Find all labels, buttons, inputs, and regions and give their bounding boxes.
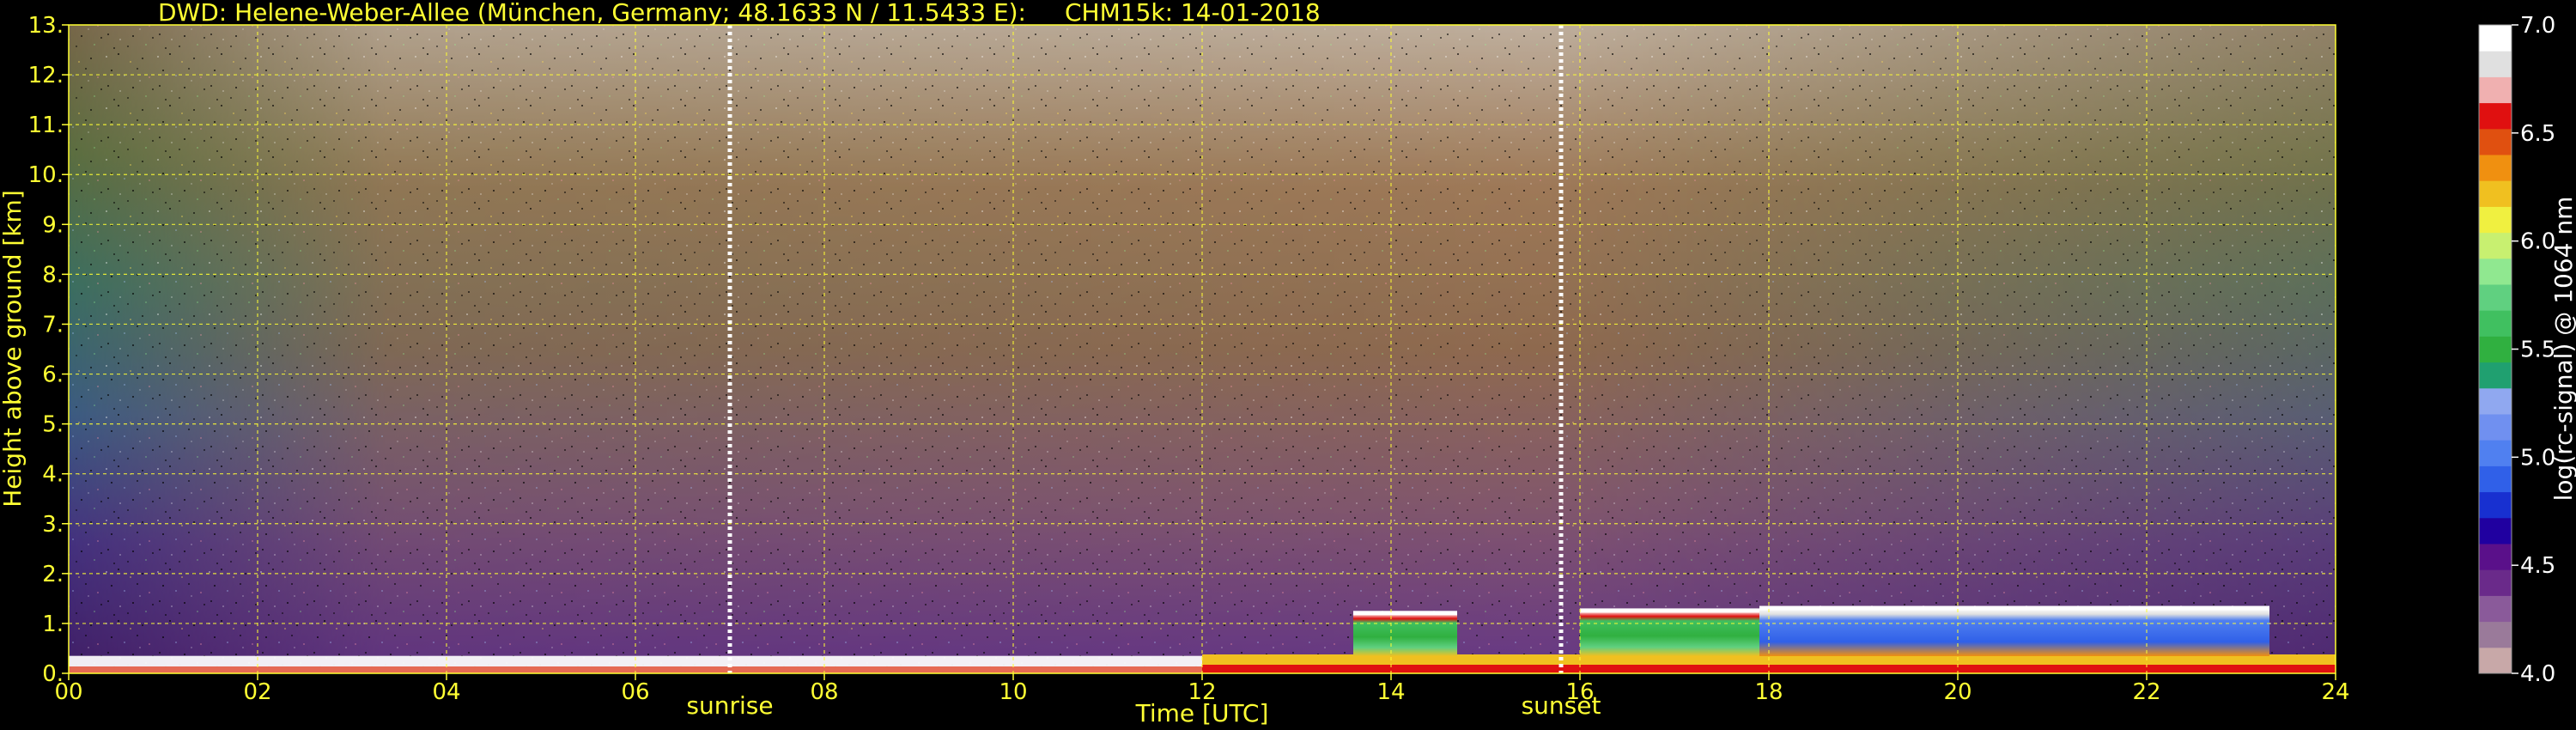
x-tick-label: 04 [432,679,460,705]
x-tick-label: 00 [54,679,82,705]
y-axis-label: Height above ground [km] [0,190,27,508]
colorbar-swatch [2479,595,2512,623]
colorbar-tick-label: 6.5 [2520,121,2555,147]
y-tick-label: 8. [42,262,64,288]
colorbar-swatch [2479,414,2512,441]
colorbar-swatch [2479,544,2512,570]
colorbar-swatch [2479,155,2512,181]
colorbar-swatches [2479,25,2512,674]
colorbar-swatch [2479,232,2512,259]
y-tick-label: 5. [42,412,64,438]
colorbar-swatch [2479,465,2512,493]
x-tick-label: 18 [1754,679,1783,705]
colorbar-swatch [2479,336,2512,363]
cloud-top [1759,605,2269,611]
y-tick-label: 7. [42,312,64,338]
chart-title-left: DWD: Helene-Weber-Allee (München, German… [158,0,1026,27]
colorbar-swatch [2479,51,2512,77]
x-tick-label: 02 [243,679,271,705]
sun-annotation: sunrise [686,691,773,720]
sun-annotation: sunset [1522,691,1601,720]
y-tick-label: 4. [42,462,64,488]
y-tick-label: 6. [42,362,64,388]
ceilometer-chart: DWD: Helene-Weber-Allee (München, German… [0,0,2576,727]
y-tick-label: 2. [42,562,64,587]
colorbar-swatch [2479,310,2512,337]
y-tick-label: 11. [28,113,64,138]
y-tick-label: 9. [42,212,64,238]
y-tick-label: 13. [28,13,64,39]
chart-title-right: CHM15k: 14-01-2018 [1065,0,1321,27]
x-tick-label: 06 [621,679,649,705]
colorbar-swatch [2479,440,2512,466]
colorbar-swatch [2479,180,2512,207]
colorbar-swatch [2479,284,2512,311]
plot-area [68,24,2336,674]
colorbar-tick-label: 4.5 [2520,553,2555,579]
y-tick-label: 12. [28,63,64,88]
x-tick-label: 08 [810,679,838,705]
colorbar-tick-label: 4.0 [2520,661,2555,687]
colorbar-swatch [2479,362,2512,389]
colorbar-swatch [2479,387,2512,415]
cloud-segment [1580,611,1759,656]
colorbar-swatch [2479,491,2512,519]
x-axis-label: Time [UTC] [1135,699,1269,727]
cloud-top [1353,611,1457,616]
colorbar-swatch [2479,128,2512,155]
y-tick-label: 3. [42,512,64,538]
colorbar-swatch [2479,102,2512,130]
colorbar-tick-label: 7.0 [2520,13,2555,39]
colorbar: 4.04.55.05.56.06.57.0 log(rc-signal) @ 1… [2478,13,2576,687]
colorbar-swatch [2479,76,2512,104]
colorbar-swatch [2479,258,2512,285]
cloud-top [1580,608,1759,613]
y-axis-ticks: 0.1.2.3.4.5.6.7.8.9.10.11.12.13. [28,13,69,687]
colorbar-swatch [2479,569,2512,596]
x-tick-label: 10 [999,679,1027,705]
colorbar-swatch [2479,621,2512,648]
colorbar-swatch [2479,647,2512,674]
x-tick-label: 14 [1376,679,1405,705]
colorbar-swatch [2479,206,2512,234]
y-tick-label: 1. [42,611,64,637]
x-tick-label: 24 [2321,679,2349,705]
cloud-segment [1759,608,2269,656]
cloud-segment [1353,613,1457,656]
y-tick-label: 10. [28,162,64,188]
colorbar-label: log(rc-signal) @ 1064 nm [2549,197,2576,502]
x-tick-label: 20 [1943,679,1971,705]
x-tick-label: 22 [2132,679,2160,705]
colorbar-swatch [2479,517,2512,544]
colorbar-swatch [2479,25,2512,52]
